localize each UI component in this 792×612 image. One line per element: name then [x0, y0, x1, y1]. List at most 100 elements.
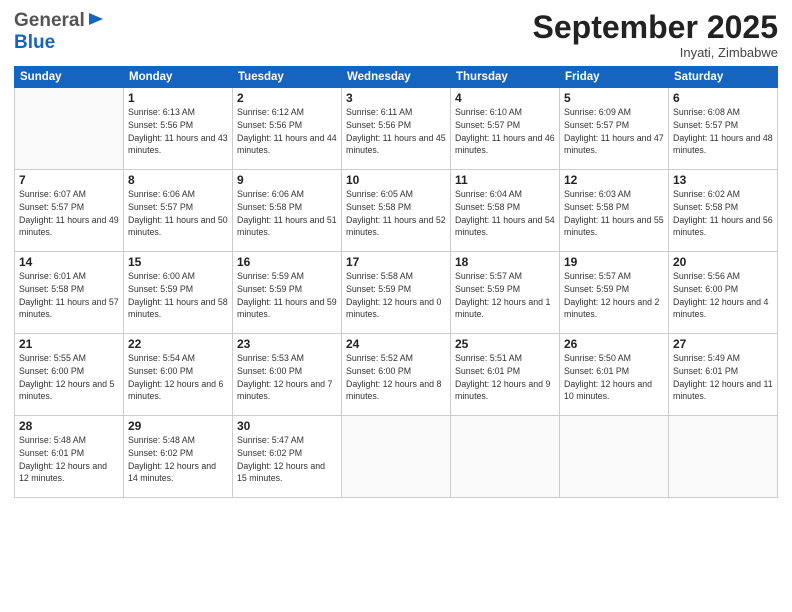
- day-number: 20: [673, 255, 773, 269]
- logo-flag-icon: [87, 12, 105, 26]
- day-info: Sunrise: 6:02 AMSunset: 5:58 PMDaylight:…: [673, 188, 773, 239]
- table-row: 15Sunrise: 6:00 AMSunset: 5:59 PMDayligh…: [124, 252, 233, 334]
- table-row: 2Sunrise: 6:12 AMSunset: 5:56 PMDaylight…: [233, 88, 342, 170]
- calendar-header-row: Sunday Monday Tuesday Wednesday Thursday…: [15, 67, 778, 88]
- page: General Blue September 2025 Inyati, Zimb…: [0, 0, 792, 612]
- day-number: 7: [19, 173, 119, 187]
- col-sunday: Sunday: [15, 67, 124, 88]
- col-monday: Monday: [124, 67, 233, 88]
- day-info: Sunrise: 5:55 AMSunset: 6:00 PMDaylight:…: [19, 352, 119, 403]
- day-info: Sunrise: 6:12 AMSunset: 5:56 PMDaylight:…: [237, 106, 337, 157]
- location-subtitle: Inyati, Zimbabwe: [533, 45, 778, 60]
- day-info: Sunrise: 5:53 AMSunset: 6:00 PMDaylight:…: [237, 352, 337, 403]
- table-row: 22Sunrise: 5:54 AMSunset: 6:00 PMDayligh…: [124, 334, 233, 416]
- col-thursday: Thursday: [451, 67, 560, 88]
- day-info: Sunrise: 5:49 AMSunset: 6:01 PMDaylight:…: [673, 352, 773, 403]
- table-row: 3Sunrise: 6:11 AMSunset: 5:56 PMDaylight…: [342, 88, 451, 170]
- day-info: Sunrise: 5:56 AMSunset: 6:00 PMDaylight:…: [673, 270, 773, 321]
- day-number: 21: [19, 337, 119, 351]
- title-block: September 2025 Inyati, Zimbabwe: [533, 10, 778, 60]
- day-info: Sunrise: 5:54 AMSunset: 6:00 PMDaylight:…: [128, 352, 228, 403]
- table-row: 28Sunrise: 5:48 AMSunset: 6:01 PMDayligh…: [15, 416, 124, 498]
- table-row: 4Sunrise: 6:10 AMSunset: 5:57 PMDaylight…: [451, 88, 560, 170]
- table-row: [560, 416, 669, 498]
- table-row: 17Sunrise: 5:58 AMSunset: 5:59 PMDayligh…: [342, 252, 451, 334]
- day-info: Sunrise: 6:09 AMSunset: 5:57 PMDaylight:…: [564, 106, 664, 157]
- day-number: 23: [237, 337, 337, 351]
- table-row: 1Sunrise: 6:13 AMSunset: 5:56 PMDaylight…: [124, 88, 233, 170]
- day-number: 16: [237, 255, 337, 269]
- month-title: September 2025: [533, 10, 778, 45]
- day-number: 12: [564, 173, 664, 187]
- calendar-week-row: 7Sunrise: 6:07 AMSunset: 5:57 PMDaylight…: [15, 170, 778, 252]
- day-info: Sunrise: 6:05 AMSunset: 5:58 PMDaylight:…: [346, 188, 446, 239]
- table-row: [451, 416, 560, 498]
- day-info: Sunrise: 5:47 AMSunset: 6:02 PMDaylight:…: [237, 434, 337, 485]
- col-friday: Friday: [560, 67, 669, 88]
- day-info: Sunrise: 6:07 AMSunset: 5:57 PMDaylight:…: [19, 188, 119, 239]
- day-info: Sunrise: 6:08 AMSunset: 5:57 PMDaylight:…: [673, 106, 773, 157]
- day-number: 3: [346, 91, 446, 105]
- table-row: 20Sunrise: 5:56 AMSunset: 6:00 PMDayligh…: [669, 252, 778, 334]
- table-row: 11Sunrise: 6:04 AMSunset: 5:58 PMDayligh…: [451, 170, 560, 252]
- day-number: 8: [128, 173, 228, 187]
- day-info: Sunrise: 5:58 AMSunset: 5:59 PMDaylight:…: [346, 270, 446, 321]
- calendar-week-row: 14Sunrise: 6:01 AMSunset: 5:58 PMDayligh…: [15, 252, 778, 334]
- table-row: 25Sunrise: 5:51 AMSunset: 6:01 PMDayligh…: [451, 334, 560, 416]
- table-row: 13Sunrise: 6:02 AMSunset: 5:58 PMDayligh…: [669, 170, 778, 252]
- table-row: [669, 416, 778, 498]
- day-number: 26: [564, 337, 664, 351]
- logo: General Blue: [14, 10, 105, 54]
- logo-general-text: General: [14, 10, 85, 32]
- day-info: Sunrise: 6:06 AMSunset: 5:57 PMDaylight:…: [128, 188, 228, 239]
- day-number: 9: [237, 173, 337, 187]
- day-info: Sunrise: 6:11 AMSunset: 5:56 PMDaylight:…: [346, 106, 446, 157]
- day-number: 2: [237, 91, 337, 105]
- day-info: Sunrise: 5:48 AMSunset: 6:01 PMDaylight:…: [19, 434, 119, 485]
- calendar-week-row: 28Sunrise: 5:48 AMSunset: 6:01 PMDayligh…: [15, 416, 778, 498]
- day-number: 1: [128, 91, 228, 105]
- day-info: Sunrise: 6:03 AMSunset: 5:58 PMDaylight:…: [564, 188, 664, 239]
- day-number: 27: [673, 337, 773, 351]
- day-info: Sunrise: 5:57 AMSunset: 5:59 PMDaylight:…: [455, 270, 555, 321]
- day-number: 17: [346, 255, 446, 269]
- table-row: 14Sunrise: 6:01 AMSunset: 5:58 PMDayligh…: [15, 252, 124, 334]
- table-row: 12Sunrise: 6:03 AMSunset: 5:58 PMDayligh…: [560, 170, 669, 252]
- table-row: 10Sunrise: 6:05 AMSunset: 5:58 PMDayligh…: [342, 170, 451, 252]
- col-saturday: Saturday: [669, 67, 778, 88]
- day-info: Sunrise: 5:57 AMSunset: 5:59 PMDaylight:…: [564, 270, 664, 321]
- col-tuesday: Tuesday: [233, 67, 342, 88]
- day-number: 15: [128, 255, 228, 269]
- day-info: Sunrise: 5:59 AMSunset: 5:59 PMDaylight:…: [237, 270, 337, 321]
- calendar-table: Sunday Monday Tuesday Wednesday Thursday…: [14, 66, 778, 498]
- table-row: 23Sunrise: 5:53 AMSunset: 6:00 PMDayligh…: [233, 334, 342, 416]
- table-row: 30Sunrise: 5:47 AMSunset: 6:02 PMDayligh…: [233, 416, 342, 498]
- day-number: 22: [128, 337, 228, 351]
- table-row: 19Sunrise: 5:57 AMSunset: 5:59 PMDayligh…: [560, 252, 669, 334]
- day-number: 13: [673, 173, 773, 187]
- table-row: 8Sunrise: 6:06 AMSunset: 5:57 PMDaylight…: [124, 170, 233, 252]
- table-row: [15, 88, 124, 170]
- day-number: 5: [564, 91, 664, 105]
- table-row: 24Sunrise: 5:52 AMSunset: 6:00 PMDayligh…: [342, 334, 451, 416]
- table-row: 18Sunrise: 5:57 AMSunset: 5:59 PMDayligh…: [451, 252, 560, 334]
- calendar-week-row: 21Sunrise: 5:55 AMSunset: 6:00 PMDayligh…: [15, 334, 778, 416]
- day-number: 28: [19, 419, 119, 433]
- day-number: 24: [346, 337, 446, 351]
- table-row: 6Sunrise: 6:08 AMSunset: 5:57 PMDaylight…: [669, 88, 778, 170]
- table-row: 29Sunrise: 5:48 AMSunset: 6:02 PMDayligh…: [124, 416, 233, 498]
- day-info: Sunrise: 6:06 AMSunset: 5:58 PMDaylight:…: [237, 188, 337, 239]
- table-row: 27Sunrise: 5:49 AMSunset: 6:01 PMDayligh…: [669, 334, 778, 416]
- col-wednesday: Wednesday: [342, 67, 451, 88]
- day-info: Sunrise: 5:51 AMSunset: 6:01 PMDaylight:…: [455, 352, 555, 403]
- day-info: Sunrise: 6:13 AMSunset: 5:56 PMDaylight:…: [128, 106, 228, 157]
- day-number: 25: [455, 337, 555, 351]
- table-row: 5Sunrise: 6:09 AMSunset: 5:57 PMDaylight…: [560, 88, 669, 170]
- day-info: Sunrise: 5:52 AMSunset: 6:00 PMDaylight:…: [346, 352, 446, 403]
- day-number: 30: [237, 419, 337, 433]
- day-number: 4: [455, 91, 555, 105]
- day-number: 19: [564, 255, 664, 269]
- day-info: Sunrise: 6:00 AMSunset: 5:59 PMDaylight:…: [128, 270, 228, 321]
- day-number: 10: [346, 173, 446, 187]
- day-info: Sunrise: 6:10 AMSunset: 5:57 PMDaylight:…: [455, 106, 555, 157]
